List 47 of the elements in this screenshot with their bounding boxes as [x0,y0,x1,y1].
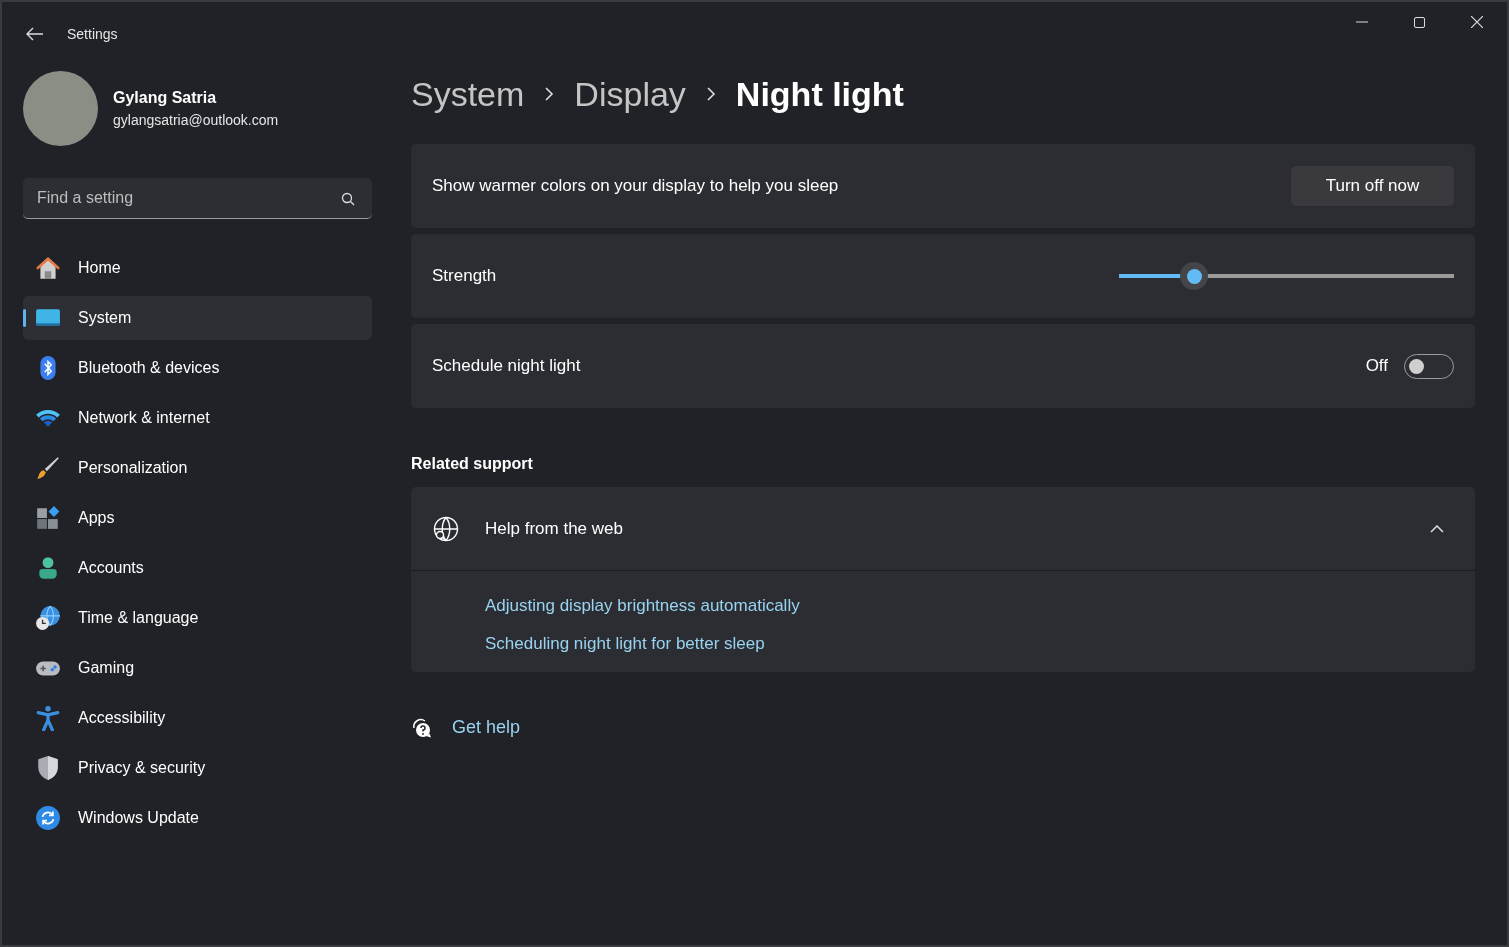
sidebar-item[interactable]: Home [23,246,372,290]
sidebar-item[interactable]: Accessibility [23,696,372,740]
chevron-right-icon [544,87,555,101]
sidebar-item[interactable]: Personalization [23,446,372,490]
help-link[interactable]: Adjusting display brightness automatically [485,593,800,619]
sidebar-item[interactable]: Privacy & security [23,746,372,790]
shield-icon [35,755,61,781]
setting-label: Show warmer colors on your display to help you sleep [432,175,840,198]
help-link[interactable]: Scheduling night light for better sleep [485,630,765,656]
close-icon[interactable] [1471,16,1483,28]
breadcrumb-link[interactable]: System [411,68,525,120]
account-email: gylangsatria@outlook.com [113,111,279,130]
search-icon [341,192,355,206]
maximize-icon[interactable] [1414,16,1425,28]
sync-arrows-icon [35,805,61,831]
setting-label: Schedule night light [432,355,582,378]
paintbrush-icon [35,455,61,481]
back-arrow-icon[interactable] [26,27,44,41]
setting-label: Strength [432,265,498,288]
sidebar-item[interactable]: Gaming [23,646,372,690]
sidebar-item[interactable]: Apps [23,496,372,540]
account-name: Gylang Satria [113,88,218,108]
toggle-state-label: Off [1365,355,1388,378]
sidebar-item[interactable]: Accounts [23,546,372,590]
section-heading: Related support [411,454,534,474]
slider-thumb[interactable] [1180,262,1209,290]
get-help-link[interactable]: Get help [452,714,521,741]
apps-grid-icon [35,505,61,531]
globe-search-icon [433,515,459,542]
sidebar-item[interactable]: Bluetooth & devices [23,346,372,390]
breadcrumb-link[interactable]: Display [574,68,686,120]
window-title: Settings [67,24,118,44]
sidebar-item[interactable]: Time & language [23,596,372,640]
chevron-right-icon [705,87,716,101]
page-title: Night light [735,73,904,115]
home-icon [35,255,61,281]
globe-clock-icon [35,605,61,631]
accessibility-figure-icon [35,705,61,731]
sidebar-item[interactable]: Network & internet [23,396,372,440]
help-chat-icon [411,717,432,738]
expander-header[interactable]: Help from the web [411,487,1475,571]
selection-indicator [23,309,26,327]
sidebar-item[interactable]: Windows Update [23,796,372,840]
search-field[interactable]: Find a setting [23,178,372,219]
sidebar-item[interactable]: System [23,296,372,340]
turn-off-button[interactable]: Turn off now [1291,166,1454,206]
chevron-up-icon [1430,524,1444,533]
